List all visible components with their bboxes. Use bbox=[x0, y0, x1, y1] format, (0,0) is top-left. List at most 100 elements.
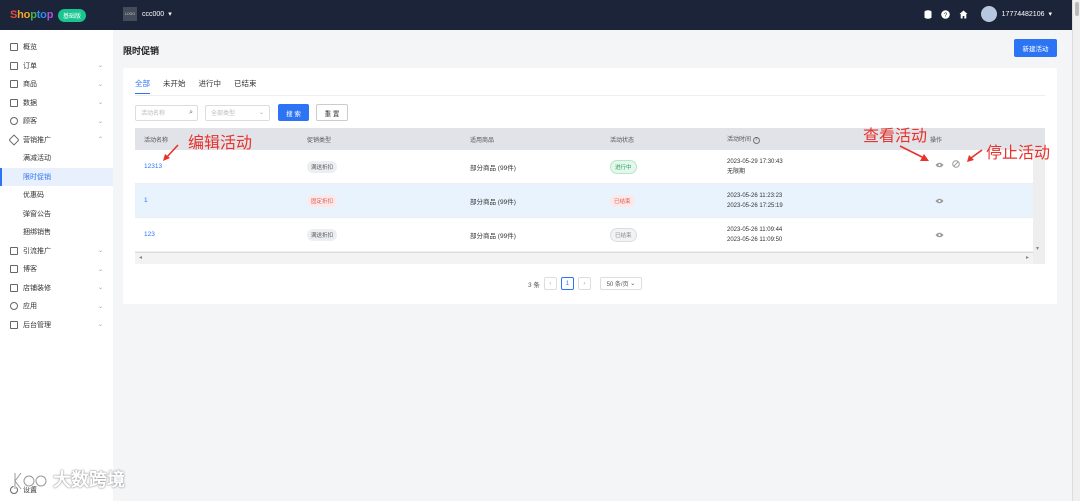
applicable-goods: 部分商品 (99件) bbox=[470, 198, 516, 206]
annotation-stop: 停止活动 bbox=[986, 143, 1051, 162]
prev-page-button[interactable]: ‹ bbox=[543, 277, 557, 290]
status-badge: 已结束 bbox=[610, 227, 637, 242]
chevron-down-icon: ⌄ bbox=[630, 281, 636, 287]
total-count: 3 条 bbox=[528, 281, 540, 289]
filter-bar: 活动名称 ⌕ 全部类型 ⌄ 搜 索 重 置 bbox=[135, 104, 348, 121]
help-icon[interactable]: ? bbox=[752, 137, 760, 144]
order-icon bbox=[10, 61, 18, 70]
next-page-button[interactable]: › bbox=[577, 277, 591, 290]
sidebar-item-label: 顾客 bbox=[23, 118, 37, 126]
eye-icon[interactable] bbox=[935, 231, 944, 240]
sidebar-item-label: 店铺装修 bbox=[23, 284, 51, 292]
status-badge: 进行中 bbox=[610, 159, 637, 174]
type-select[interactable]: 全部类型 ⌄ bbox=[205, 104, 270, 121]
reset-button[interactable]: 重 置 bbox=[316, 104, 348, 121]
pagination: 3 条 ‹ 1 › 50 条/页 ⌄ bbox=[528, 277, 642, 290]
search-button[interactable]: 搜 索 bbox=[278, 104, 309, 121]
sidebar-item-apps[interactable]: 应用 ⌄ bbox=[0, 297, 113, 316]
search-input[interactable]: 活动名称 ⌕ bbox=[135, 104, 198, 121]
scroll-left-icon[interactable]: ◂ bbox=[139, 254, 142, 261]
end-time: 2023-05-26 17:25:19 bbox=[727, 202, 783, 209]
activity-time: 2023-05-29 17:30:43 无限期 bbox=[727, 157, 783, 177]
sidebar-item-data[interactable]: 数据 ⌄ bbox=[0, 94, 113, 113]
help-icon[interactable]: ? bbox=[941, 9, 951, 19]
sidebar-item-label: 后台管理 bbox=[23, 321, 51, 329]
annotation-edit: 编辑活动 bbox=[188, 133, 253, 152]
scroll-right-icon[interactable]: ▸ bbox=[1026, 254, 1029, 261]
page-size-label: 50 条/页 bbox=[606, 282, 629, 288]
sidebar-item-label: 引流推广 bbox=[23, 247, 51, 255]
main-content: 限时促销 新建活动 全部 未开始 进行中 已结束 活动名称 ⌕ 全部类型 ⌄ 搜… bbox=[113, 30, 1072, 501]
scroll-down-icon[interactable]: ▾ bbox=[1036, 245, 1039, 252]
sidebar-item-traffic[interactable]: 引流推广 ⌄ bbox=[0, 242, 113, 261]
apps-icon bbox=[10, 302, 18, 311]
sidebar-item-orders[interactable]: 订单 ⌄ bbox=[0, 57, 113, 76]
column-header: 促销类型 bbox=[307, 137, 332, 144]
user-name[interactable]: 17774482106 bbox=[1002, 11, 1045, 18]
end-time: 无限期 bbox=[727, 168, 746, 175]
sidebar-item-marketing[interactable]: 营销推广 ⌃ bbox=[0, 131, 113, 150]
activity-name-link[interactable]: 12313 bbox=[144, 163, 162, 170]
search-placeholder: 活动名称 bbox=[141, 111, 166, 117]
sidebar: 概览 订单 ⌄ 商品 ⌄ 数据 ⌄ 顾客 ⌄ 营销推广 ⌃ 满减活动 限时促销 优惠码 弹… bbox=[0, 30, 113, 501]
grid-icon bbox=[10, 43, 18, 52]
sidebar-item-store-design[interactable]: 店铺装修 ⌄ bbox=[0, 279, 113, 298]
chevron-up-icon: ⌃ bbox=[97, 137, 103, 144]
sidebar-item-coupon[interactable]: 优惠码 bbox=[0, 186, 113, 205]
eye-icon[interactable] bbox=[935, 161, 944, 170]
sidebar-item-label: 订单 bbox=[23, 62, 37, 70]
stop-icon[interactable] bbox=[952, 160, 960, 170]
annotation-arrow-edit bbox=[163, 144, 179, 161]
sidebar-item-popup[interactable]: 弹窗公告 bbox=[0, 205, 113, 224]
sidebar-item-label: 商品 bbox=[23, 81, 37, 89]
tab-divider bbox=[135, 95, 1045, 96]
eye-icon[interactable] bbox=[935, 197, 944, 206]
database-icon[interactable] bbox=[923, 9, 933, 19]
start-time: 2023-05-26 11:23:23 bbox=[727, 192, 783, 199]
page-number[interactable]: 1 bbox=[560, 277, 574, 290]
store-switcher[interactable]: LOGO ccc000 ▾ bbox=[123, 7, 172, 21]
new-activity-button[interactable]: 新建活动 bbox=[1014, 39, 1057, 57]
caret-down-icon[interactable]: ▾ bbox=[1048, 10, 1052, 18]
tab-all[interactable]: 全部 bbox=[135, 78, 150, 94]
activity-name-link[interactable]: 123 bbox=[144, 231, 155, 238]
admin-icon bbox=[10, 320, 18, 329]
sidebar-item-label: 博客 bbox=[23, 266, 37, 274]
sidebar-item-flash-sale[interactable]: 限时促销 bbox=[0, 167, 113, 186]
avatar[interactable] bbox=[980, 6, 997, 22]
caret-down-icon: ▾ bbox=[168, 11, 172, 18]
watermark-logo bbox=[13, 472, 48, 491]
vertical-scrollbar[interactable]: ▾ bbox=[1033, 150, 1045, 264]
chevron-down-icon: ⌄ bbox=[97, 266, 103, 273]
tab-in-progress[interactable]: 进行中 bbox=[199, 78, 222, 94]
sidebar-item-label: 营销推广 bbox=[23, 136, 51, 144]
shoptop-logo[interactable]: Shoptop bbox=[10, 9, 53, 21]
search-icon: ⌕ bbox=[189, 108, 193, 116]
home-icon[interactable] bbox=[959, 9, 969, 19]
sidebar-item-customers[interactable]: 顾客 ⌄ bbox=[0, 112, 113, 131]
plan-badge: 基础版 bbox=[58, 9, 87, 22]
activity-name-link[interactable]: 1 bbox=[144, 197, 148, 204]
sidebar-item-bundle[interactable]: 捆绑销售 bbox=[0, 223, 113, 242]
column-header: 活动状态 bbox=[610, 137, 635, 144]
column-header: 适用商品 bbox=[470, 137, 495, 144]
user-icon bbox=[10, 117, 18, 126]
tab-ended[interactable]: 已结束 bbox=[234, 78, 257, 94]
horizontal-scrollbar[interactable]: ◂ ▸ bbox=[135, 252, 1045, 264]
store-logo: LOGO bbox=[123, 7, 137, 21]
tab-not-started[interactable]: 未开始 bbox=[163, 78, 186, 94]
top-bar: Shoptop 基础版 LOGO ccc000 ▾ ? 17774482106 … bbox=[0, 0, 1072, 30]
chevron-down-icon: ⌄ bbox=[97, 81, 103, 88]
scrollbar-thumb[interactable] bbox=[1075, 2, 1079, 16]
sidebar-item-label: 数据 bbox=[23, 99, 37, 107]
sidebar-item-full-reduction[interactable]: 满减活动 bbox=[0, 149, 113, 168]
page-size-select[interactable]: 50 条/页 ⌄ bbox=[599, 277, 642, 290]
activity-time: 2023-05-26 11:23:23 2023-05-26 17:25:19 bbox=[727, 191, 783, 211]
sidebar-item-blog[interactable]: 博客 ⌄ bbox=[0, 260, 113, 279]
promo-type-tag: 满送折扣 bbox=[307, 160, 338, 173]
page-scrollbar[interactable] bbox=[1072, 0, 1080, 501]
sidebar-item-products[interactable]: 商品 ⌄ bbox=[0, 75, 113, 94]
sidebar-item-admin[interactable]: 后台管理 ⌄ bbox=[0, 316, 113, 335]
chevron-down-icon: ⌄ bbox=[258, 109, 264, 116]
sidebar-item-overview[interactable]: 概览 bbox=[0, 38, 113, 57]
